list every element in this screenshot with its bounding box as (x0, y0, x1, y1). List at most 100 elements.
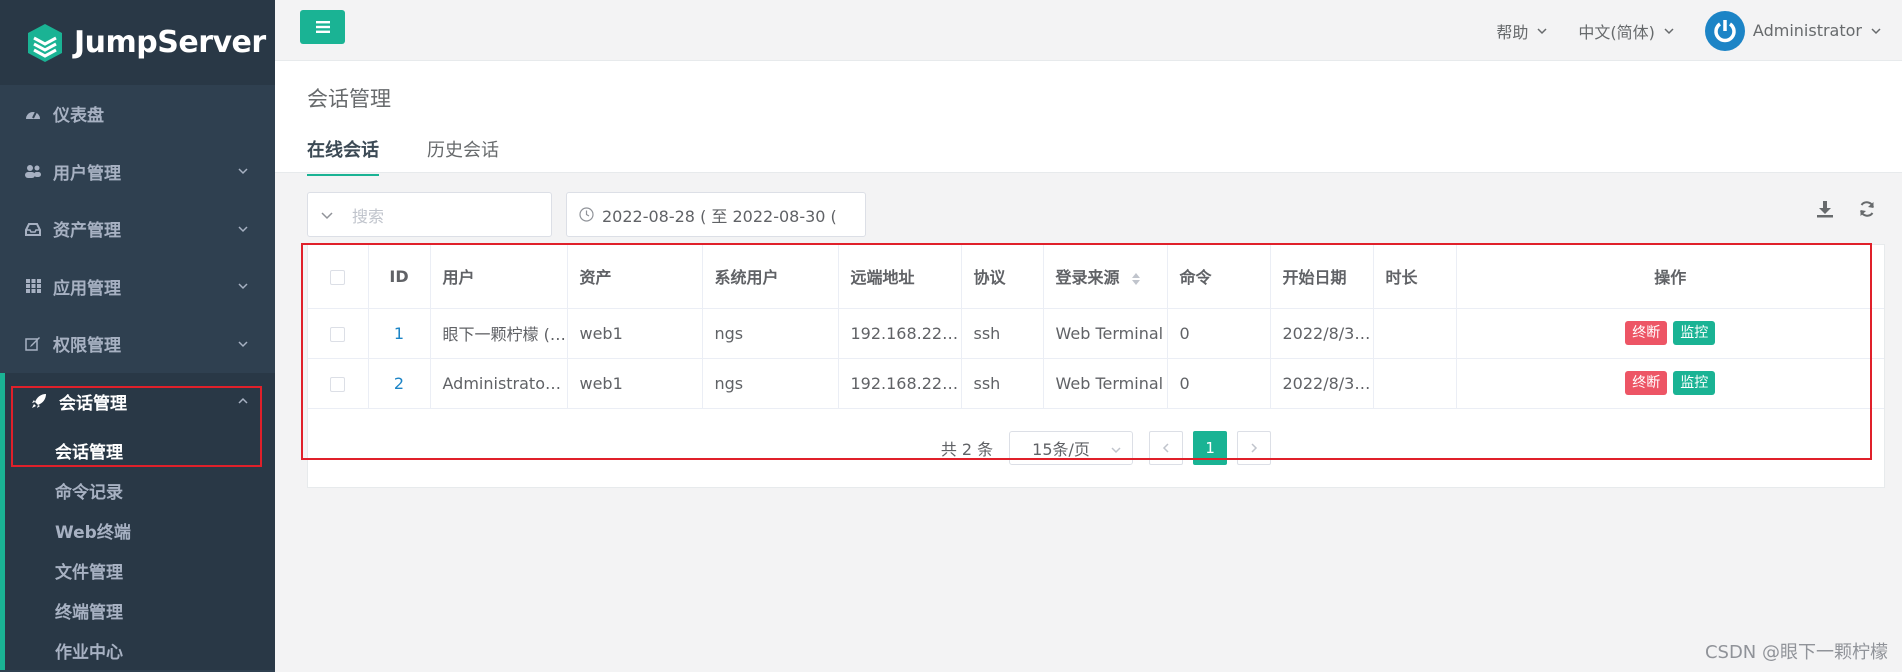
chevron-down-icon (238, 341, 248, 347)
dashboard-icon (24, 105, 42, 123)
sort-icon[interactable] (1131, 272, 1141, 286)
cell-command: 0 (1167, 358, 1271, 409)
session-id-link[interactable]: 2 (368, 358, 431, 409)
power-icon (1714, 19, 1736, 42)
sidebar-subitem-session-management[interactable]: 会话管理 (5, 430, 275, 470)
cell-asset: web1 (567, 308, 703, 359)
help-label: 帮助 (1496, 22, 1529, 42)
grid-icon (24, 277, 42, 295)
help-menu[interactable]: 帮助 (1496, 19, 1548, 43)
edit-icon (24, 335, 42, 353)
sidebar-group-sessions: 会话管理 会话管理 命令记录 Web终端 文件管理 终端管理 作业中心 (0, 372, 275, 670)
cell-duration (1373, 358, 1457, 409)
cell-login-from: Web Terminal (1043, 358, 1168, 409)
column-header-actions: 操作 (1456, 245, 1884, 309)
chevron-down-icon (1111, 447, 1121, 454)
user-name: Administrator (1752, 21, 1862, 40)
pagination-total: 共 2 条 (940, 440, 994, 459)
clock-icon (579, 207, 594, 222)
page-number-button[interactable]: 1 (1193, 431, 1228, 465)
brand-name: JumpServer (74, 25, 266, 60)
sidebar-item-assets[interactable]: 资产管理 (0, 200, 275, 258)
watermark: CSDN @眼下一颗柠檬 (1704, 642, 1888, 663)
menu-toggle-button[interactable] (300, 10, 345, 44)
session-id-link[interactable]: 1 (368, 308, 431, 359)
sidebar-item-label: 资产管理 (53, 221, 121, 242)
sidebar-item-sessions[interactable]: 会话管理 (5, 373, 275, 431)
next-page-button[interactable] (1237, 431, 1272, 465)
chevron-right-icon (1251, 443, 1258, 453)
chevron-down-icon (238, 226, 248, 232)
column-header-user: 用户 (430, 245, 568, 309)
search-placeholder: 搜索 (352, 206, 385, 226)
sidebar-item-permissions[interactable]: 权限管理 (0, 315, 275, 373)
sidebar-item-label: 用户管理 (53, 163, 121, 184)
column-header-duration: 时长 (1373, 245, 1457, 309)
sidebar-item-label: 仪表盘 (53, 106, 104, 127)
sidebar-subitem-file-management[interactable]: 文件管理 (5, 550, 275, 590)
sidebar-item-label: 会话管理 (59, 393, 127, 414)
cell-date-start: 2022/8/30 ... (1270, 308, 1374, 359)
page-size-select[interactable]: 15条/页 (1009, 431, 1134, 465)
cell-date-start: 2022/8/30 ... (1270, 358, 1374, 409)
prev-page-button[interactable] (1149, 431, 1184, 465)
table-actions (1816, 200, 1876, 218)
terminate-button[interactable]: 终断 (1625, 321, 1668, 345)
chevron-down-icon (321, 211, 333, 219)
sessions-table-panel: ID 用户 资产 系统用户 远端地址 协议 登录来源 命令 开始日期 时长 操作 (307, 244, 1885, 488)
cell-actions: 终断 监控 (1456, 358, 1884, 409)
user-menu[interactable]: Administrator (1704, 10, 1882, 51)
monitor-button[interactable]: 监控 (1673, 321, 1716, 345)
topbar: 帮助 中文(简体) Administrator (275, 0, 1902, 61)
inbox-icon (24, 220, 42, 238)
select-all-checkbox[interactable] (308, 245, 369, 309)
row-checkbox[interactable] (308, 358, 369, 409)
sidebar-item-jobs[interactable]: 作业中心 (5, 630, 275, 670)
column-header-system-user: 系统用户 (702, 245, 839, 309)
avatar (1704, 10, 1745, 51)
row-checkbox[interactable] (308, 308, 369, 359)
page-header: 会话管理 在线会话 历史会话 (275, 61, 1902, 176)
tab-history-sessions[interactable]: 历史会话 (427, 136, 499, 176)
column-header-label: 登录来源 (1055, 268, 1120, 288)
logo[interactable]: JumpServer (0, 0, 275, 85)
column-header-date-start: 开始日期 (1270, 245, 1374, 309)
column-header-id: ID (368, 245, 431, 309)
column-header-asset: 资产 (567, 245, 703, 309)
table-header-row: ID 用户 资产 系统用户 远端地址 协议 登录来源 命令 开始日期 时长 操作 (308, 245, 1884, 309)
sidebar-item-label: 权限管理 (53, 336, 121, 357)
cell-protocol: ssh (961, 308, 1044, 359)
date-range-picker[interactable]: 2022-08-28 ( 至 2022-08-30 ( (566, 192, 866, 237)
sidebar-subitem-command-records[interactable]: 命令记录 (5, 470, 275, 510)
cell-command: 0 (1167, 308, 1271, 359)
search-input[interactable]: 搜索 (307, 192, 552, 237)
sidebar-item-applications[interactable]: 应用管理 (0, 258, 275, 316)
language-menu[interactable]: 中文(简体) (1578, 19, 1675, 43)
column-header-login-from[interactable]: 登录来源 (1043, 245, 1168, 309)
cell-user: 眼下一颗柠檬 (s... (430, 308, 568, 359)
tab-online-sessions[interactable]: 在线会话 (307, 136, 379, 176)
sidebar-item-users[interactable]: 用户管理 (0, 143, 275, 201)
sidebar-subitem-terminal-management[interactable]: 终端管理 (5, 590, 275, 630)
jumpserver-logo-icon (28, 23, 62, 62)
refresh-icon[interactable] (1858, 200, 1876, 218)
pagination: 共 2 条 15条/页 1 (308, 431, 1884, 465)
sidebar-item-dashboard[interactable]: 仪表盘 (0, 85, 275, 143)
cell-login-from: Web Terminal (1043, 308, 1168, 359)
content: 搜索 2022-08-28 ( 至 2022-08-30 ( ID 用户 资产 … (275, 174, 1902, 672)
cell-protocol: ssh (961, 358, 1044, 409)
monitor-button[interactable]: 监控 (1673, 371, 1716, 395)
toolbar: 搜索 2022-08-28 ( 至 2022-08-30 ( (307, 192, 866, 237)
cell-duration (1373, 308, 1457, 359)
table-row: 2 Administrator (a... web1 ngs 192.168.2… (308, 358, 1884, 409)
sessions-table: ID 用户 资产 系统用户 远端地址 协议 登录来源 命令 开始日期 时长 操作 (308, 245, 1884, 409)
page-title: 会话管理 (307, 87, 391, 111)
chevron-down-icon (1537, 27, 1547, 34)
download-icon[interactable] (1816, 200, 1834, 218)
chevron-up-icon (238, 398, 248, 404)
language-label: 中文(简体) (1578, 22, 1655, 42)
sidebar: JumpServer 仪表盘 用户管理 资产管理 应用管理 权限管理 会话管理 … (0, 0, 275, 672)
chevron-left-icon (1163, 443, 1169, 453)
sidebar-subitem-web-terminal[interactable]: Web终端 (5, 510, 275, 550)
terminate-button[interactable]: 终断 (1625, 371, 1668, 395)
